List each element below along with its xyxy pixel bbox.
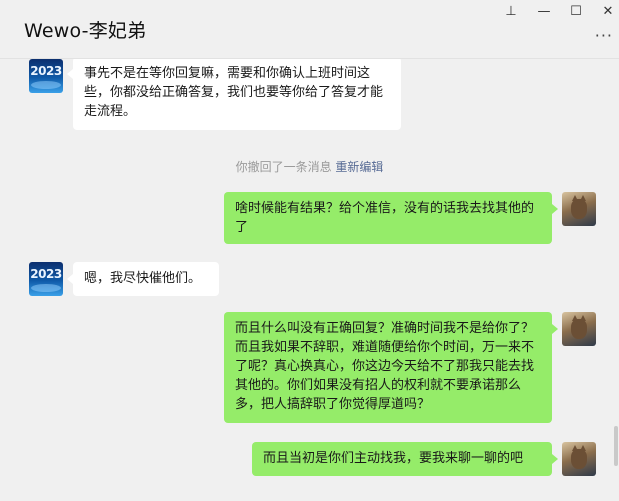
my-avatar[interactable] xyxy=(562,312,596,346)
outgoing-message[interactable]: 而且什么叫没有正确回复？准确时间我不是给你了？而且我如果不辞职，难道随便给你个时… xyxy=(224,312,558,423)
pin-icon[interactable]: ⊥ xyxy=(497,2,525,22)
maximize-icon[interactable]: ☐ xyxy=(562,2,590,22)
avatar-text: 2023 xyxy=(30,64,62,78)
recall-notice: 你撤回了一条消息 重新编辑 xyxy=(0,158,619,175)
incoming-message[interactable]: 嗯，我尽快催他们。 xyxy=(67,262,219,296)
title-bar: Wewo-李妃弟 ⊥ — ☐ ✕ ··· xyxy=(0,0,619,58)
my-avatar[interactable] xyxy=(562,192,596,226)
outgoing-message[interactable]: 啥时候能有结果？给个准信，没有的话我去找其他的了 xyxy=(224,192,558,244)
close-icon[interactable]: ✕ xyxy=(594,2,619,22)
message-list: 2023 事先不是在等你回复嘛，需要和你确认上班时间这些，你都没给正确答复，我们… xyxy=(0,59,619,501)
recall-notice-text: 你撤回了一条消息 xyxy=(235,160,332,174)
re-edit-link[interactable]: 重新编辑 xyxy=(335,160,383,174)
incoming-message[interactable]: 事先不是在等你回复嘛，需要和你确认上班时间这些，你都没给正确答复，我们也要等你给… xyxy=(67,59,401,130)
contact-avatar[interactable]: 2023 xyxy=(29,59,63,93)
avatar-text: 2023 xyxy=(30,267,62,281)
contact-avatar[interactable]: 2023 xyxy=(29,262,63,296)
outgoing-message[interactable]: 而且当初是你们主动找我，要我来聊一聊的吧 xyxy=(252,442,558,476)
more-options-icon[interactable]: ··· xyxy=(595,26,613,45)
chat-title: Wewo-李妃弟 xyxy=(24,20,147,42)
chat-scrollbar[interactable] xyxy=(614,426,618,466)
my-avatar[interactable] xyxy=(562,442,596,476)
minimize-icon[interactable]: — xyxy=(530,2,558,22)
